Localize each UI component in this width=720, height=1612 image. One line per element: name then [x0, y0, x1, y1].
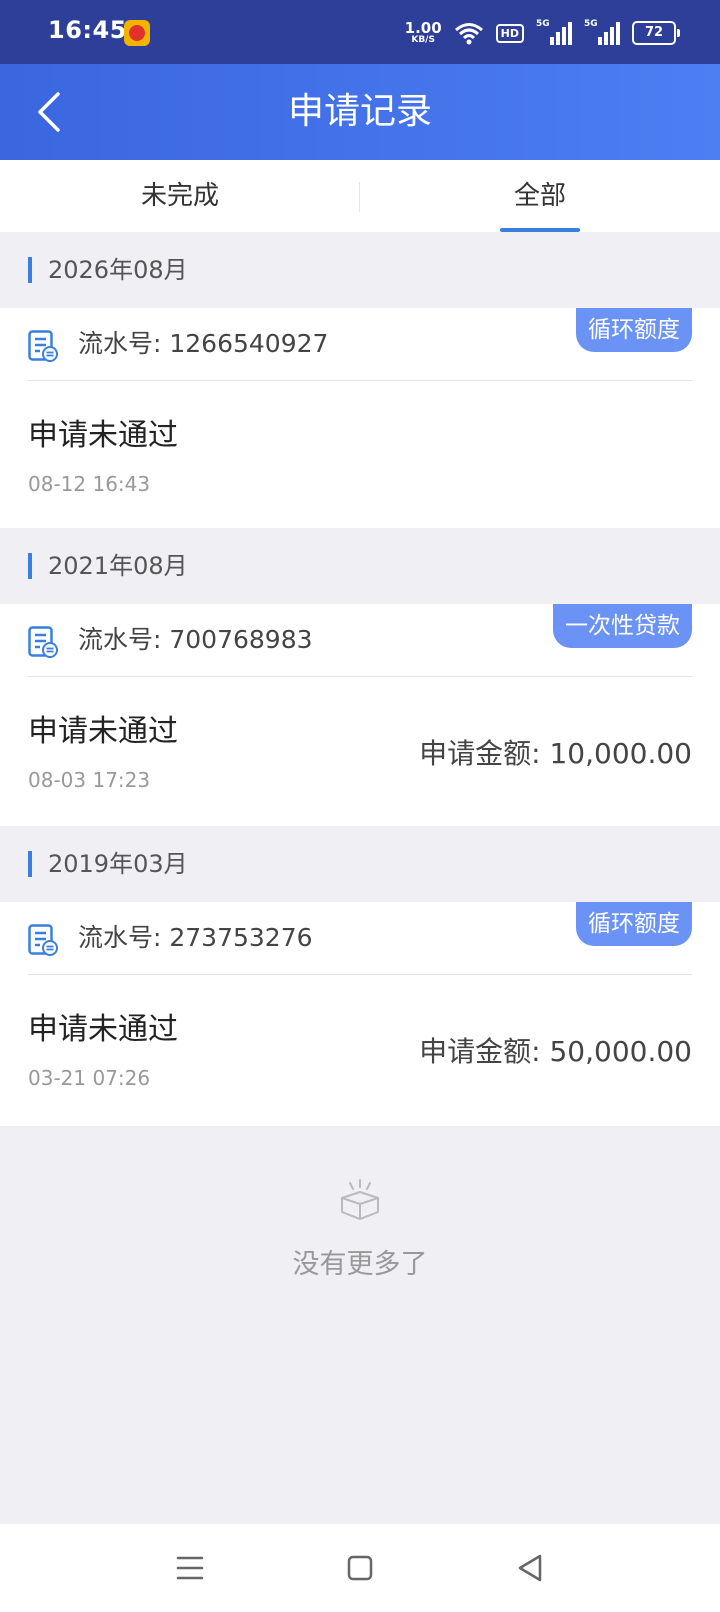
no-more-text: 没有更多了: [292, 1249, 428, 1280]
application-status: 申请未通过: [28, 1012, 178, 1047]
month-header: 2019年03月: [0, 826, 720, 902]
document-icon: [28, 626, 58, 658]
signal-label: 5G: [536, 19, 550, 29]
product-tag: 循环额度: [576, 308, 692, 352]
wifi-icon: [454, 23, 483, 45]
serial-number: 流水号: 700768983: [78, 625, 313, 654]
signal-icon: 5G: [536, 19, 572, 45]
month-header: 2021年08月: [0, 528, 720, 604]
month-group: 2019年03月 循环额度 流水号: 273753276 申请未通过 03-21…: [0, 826, 720, 1128]
product-tag: 一次性贷款: [553, 604, 692, 648]
divider: [28, 676, 692, 677]
app-notification-icon: [124, 20, 150, 46]
application-time: 03-21 07:26: [28, 1066, 151, 1090]
month-label: 2026年08月: [48, 256, 188, 284]
menu-icon[interactable]: [172, 1550, 208, 1586]
month-label: 2021年08月: [48, 552, 188, 580]
month-marker: [28, 553, 32, 579]
month-marker: [28, 257, 32, 283]
signal-icon: 5G: [584, 19, 620, 45]
serial-number: 流水号: 1266540927: [78, 329, 329, 358]
month-marker: [28, 851, 32, 877]
empty-box-icon: [341, 1179, 379, 1220]
application-time: 08-12 16:43: [28, 472, 151, 496]
document-icon: [28, 924, 58, 956]
serial-number: 流水号: 273753276: [78, 923, 313, 952]
net-speed-value: 1.00: [404, 19, 442, 37]
application-status: 申请未通过: [28, 714, 178, 749]
application-record-card[interactable]: 循环额度 流水号: 273753276 申请未通过 03-21 07:26 申请…: [0, 902, 720, 1126]
back-triangle-icon[interactable]: [512, 1550, 548, 1586]
status-indicators: 1.00 KB/S HD 5G 5G 72: [405, 18, 680, 48]
tab-incomplete[interactable]: 未完成: [0, 160, 360, 232]
document-icon: [28, 330, 58, 362]
application-amount: 申请金额: 50,000.00: [419, 1035, 692, 1068]
battery-icon: 72: [632, 21, 680, 45]
application-record-card[interactable]: 循环额度 流水号: 1266540927 申请未通过 08-12 16:43: [0, 308, 720, 528]
chevron-left-icon[interactable]: [30, 90, 74, 134]
app-header: 申请记录: [0, 64, 720, 160]
application-amount: 申请金额: 10,000.00: [419, 737, 692, 770]
application-record-card[interactable]: 一次性贷款 流水号: 700768983 申请未通过 08-03 17:23 申…: [0, 604, 720, 826]
hd-voice-icon: HD: [495, 23, 524, 43]
tab-all[interactable]: 全部: [360, 160, 720, 232]
month-group: 2026年08月 循环额度 流水号: 1266540927 申请未通过 08-1…: [0, 232, 720, 528]
divider: [28, 974, 692, 975]
net-speed-unit: KB/S: [411, 35, 435, 45]
month-header: 2026年08月: [0, 232, 720, 308]
signal-label: 5G: [584, 19, 598, 29]
product-tag: 循环额度: [576, 902, 692, 946]
divider: [28, 380, 692, 381]
home-square-icon[interactable]: [342, 1550, 378, 1586]
application-status: 申请未通过: [28, 418, 178, 453]
net-speed: 1.00 KB/S: [405, 21, 442, 45]
month-label: 2019年03月: [48, 850, 188, 878]
status-bar: 16:45 1.00 KB/S HD 5G 5G 72: [0, 0, 720, 64]
application-time: 08-03 17:23: [28, 768, 151, 792]
month-group: 2021年08月 一次性贷款 流水号: 700768983 申请未通过 08-0…: [0, 528, 720, 826]
status-time: 16:45: [48, 16, 127, 44]
tab-bar: 未完成 全部: [0, 160, 720, 232]
page-title: 申请记录: [287, 91, 432, 132]
system-nav-bar: [0, 1524, 720, 1612]
